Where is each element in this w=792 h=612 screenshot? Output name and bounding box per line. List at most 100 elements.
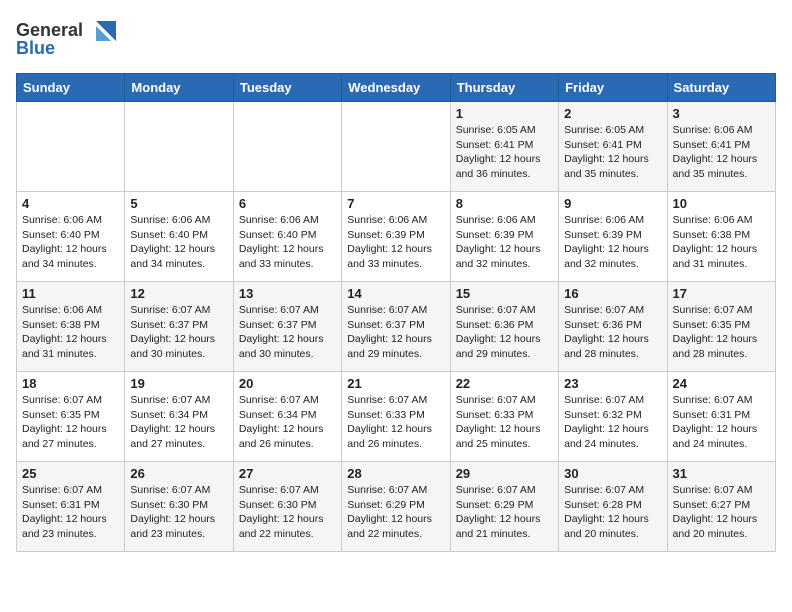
calendar-cell: 4 Sunrise: 6:06 AM Sunset: 6:40 PM Daylig… xyxy=(17,192,125,282)
svg-text:Blue: Blue xyxy=(16,38,55,58)
day-header-thursday: Thursday xyxy=(450,74,558,102)
day-number: 31 xyxy=(673,466,770,481)
svg-text:General: General xyxy=(16,20,83,40)
day-number: 4 xyxy=(22,196,119,211)
day-number: 23 xyxy=(564,376,661,391)
day-number: 28 xyxy=(347,466,444,481)
calendar-cell: 28 Sunrise: 6:07 AM Sunset: 6:29 PM Dayli… xyxy=(342,462,450,552)
day-number: 16 xyxy=(564,286,661,301)
day-number: 1 xyxy=(456,106,553,121)
calendar-cell: 26 Sunrise: 6:07 AM Sunset: 6:30 PM Dayli… xyxy=(125,462,233,552)
day-info: Sunrise: 6:07 AM Sunset: 6:29 PM Dayligh… xyxy=(347,483,444,542)
calendar-cell xyxy=(233,102,341,192)
day-header-friday: Friday xyxy=(559,74,667,102)
calendar-cell: 14 Sunrise: 6:07 AM Sunset: 6:37 PM Dayli… xyxy=(342,282,450,372)
day-info: Sunrise: 6:07 AM Sunset: 6:28 PM Dayligh… xyxy=(564,483,661,542)
day-number: 8 xyxy=(456,196,553,211)
calendar-cell: 10 Sunrise: 6:06 AM Sunset: 6:38 PM Dayli… xyxy=(667,192,775,282)
day-info: Sunrise: 6:07 AM Sunset: 6:33 PM Dayligh… xyxy=(347,393,444,452)
day-number: 21 xyxy=(347,376,444,391)
calendar-cell: 6 Sunrise: 6:06 AM Sunset: 6:40 PM Daylig… xyxy=(233,192,341,282)
day-info: Sunrise: 6:07 AM Sunset: 6:34 PM Dayligh… xyxy=(130,393,227,452)
day-info: Sunrise: 6:07 AM Sunset: 6:31 PM Dayligh… xyxy=(22,483,119,542)
calendar-cell xyxy=(342,102,450,192)
day-number: 27 xyxy=(239,466,336,481)
day-info: Sunrise: 6:06 AM Sunset: 6:39 PM Dayligh… xyxy=(347,213,444,272)
day-info: Sunrise: 6:07 AM Sunset: 6:29 PM Dayligh… xyxy=(456,483,553,542)
calendar-cell: 1 Sunrise: 6:05 AM Sunset: 6:41 PM Daylig… xyxy=(450,102,558,192)
day-number: 22 xyxy=(456,376,553,391)
day-number: 25 xyxy=(22,466,119,481)
day-number: 19 xyxy=(130,376,227,391)
day-info: Sunrise: 6:06 AM Sunset: 6:39 PM Dayligh… xyxy=(456,213,553,272)
day-info: Sunrise: 6:07 AM Sunset: 6:36 PM Dayligh… xyxy=(564,303,661,362)
day-info: Sunrise: 6:06 AM Sunset: 6:40 PM Dayligh… xyxy=(239,213,336,272)
calendar-cell: 31 Sunrise: 6:07 AM Sunset: 6:27 PM Dayli… xyxy=(667,462,775,552)
day-info: Sunrise: 6:07 AM Sunset: 6:31 PM Dayligh… xyxy=(673,393,770,452)
calendar-cell: 22 Sunrise: 6:07 AM Sunset: 6:33 PM Dayli… xyxy=(450,372,558,462)
day-info: Sunrise: 6:07 AM Sunset: 6:30 PM Dayligh… xyxy=(130,483,227,542)
calendar-cell: 11 Sunrise: 6:06 AM Sunset: 6:38 PM Dayli… xyxy=(17,282,125,372)
calendar-cell: 13 Sunrise: 6:07 AM Sunset: 6:37 PM Dayli… xyxy=(233,282,341,372)
day-info: Sunrise: 6:07 AM Sunset: 6:37 PM Dayligh… xyxy=(347,303,444,362)
calendar-cell: 3 Sunrise: 6:06 AM Sunset: 6:41 PM Daylig… xyxy=(667,102,775,192)
day-info: Sunrise: 6:07 AM Sunset: 6:35 PM Dayligh… xyxy=(673,303,770,362)
calendar-cell: 5Sunrise: 6:06 AM Sunset: 6:40 PM Daylig… xyxy=(125,192,233,282)
day-header-saturday: Saturday xyxy=(667,74,775,102)
day-number: 17 xyxy=(673,286,770,301)
day-number: 13 xyxy=(239,286,336,301)
day-info: Sunrise: 6:06 AM Sunset: 6:38 PM Dayligh… xyxy=(673,213,770,272)
day-number: 24 xyxy=(673,376,770,391)
logo-svg: General Blue xyxy=(16,16,126,61)
day-number: 3 xyxy=(673,106,770,121)
calendar-cell: 9 Sunrise: 6:06 AM Sunset: 6:39 PM Daylig… xyxy=(559,192,667,282)
day-info: Sunrise: 6:07 AM Sunset: 6:32 PM Dayligh… xyxy=(564,393,661,452)
calendar-cell: 23 Sunrise: 6:07 AM Sunset: 6:32 PM Dayli… xyxy=(559,372,667,462)
calendar-cell: 18 Sunrise: 6:07 AM Sunset: 6:35 PM Dayli… xyxy=(17,372,125,462)
calendar-cell: 20 Sunrise: 6:07 AM Sunset: 6:34 PM Dayli… xyxy=(233,372,341,462)
day-number: 30 xyxy=(564,466,661,481)
day-number: 29 xyxy=(456,466,553,481)
day-info: Sunrise: 6:07 AM Sunset: 6:35 PM Dayligh… xyxy=(22,393,119,452)
day-info: Sunrise: 6:07 AM Sunset: 6:37 PM Dayligh… xyxy=(239,303,336,362)
calendar-table: SundayMondayTuesdayWednesdayThursdayFrid… xyxy=(16,73,776,552)
day-info: Sunrise: 6:06 AM Sunset: 6:39 PM Dayligh… xyxy=(564,213,661,272)
day-number: 18 xyxy=(22,376,119,391)
day-header-wednesday: Wednesday xyxy=(342,74,450,102)
day-number: 12 xyxy=(130,286,227,301)
day-info: Sunrise: 6:05 AM Sunset: 6:41 PM Dayligh… xyxy=(564,123,661,182)
day-number: 26 xyxy=(130,466,227,481)
day-info: Sunrise: 6:07 AM Sunset: 6:34 PM Dayligh… xyxy=(239,393,336,452)
day-info: Sunrise: 6:06 AM Sunset: 6:38 PM Dayligh… xyxy=(22,303,119,362)
day-info: Sunrise: 6:07 AM Sunset: 6:36 PM Dayligh… xyxy=(456,303,553,362)
day-number: 9 xyxy=(564,196,661,211)
calendar-cell: 8 Sunrise: 6:06 AM Sunset: 6:39 PM Daylig… xyxy=(450,192,558,282)
day-info: Sunrise: 6:07 AM Sunset: 6:27 PM Dayligh… xyxy=(673,483,770,542)
calendar-cell: 15Sunrise: 6:07 AM Sunset: 6:36 PM Dayli… xyxy=(450,282,558,372)
day-info: Sunrise: 6:07 AM Sunset: 6:30 PM Dayligh… xyxy=(239,483,336,542)
calendar-cell: 17 Sunrise: 6:07 AM Sunset: 6:35 PM Dayli… xyxy=(667,282,775,372)
calendar-cell: 2 Sunrise: 6:05 AM Sunset: 6:41 PM Daylig… xyxy=(559,102,667,192)
calendar-cell: 25 Sunrise: 6:07 AM Sunset: 6:31 PM Dayli… xyxy=(17,462,125,552)
day-number: 11 xyxy=(22,286,119,301)
calendar-cell: 27 Sunrise: 6:07 AM Sunset: 6:30 PM Dayli… xyxy=(233,462,341,552)
day-info: Sunrise: 6:07 AM Sunset: 6:33 PM Dayligh… xyxy=(456,393,553,452)
day-number: 20 xyxy=(239,376,336,391)
day-header-sunday: Sunday xyxy=(17,74,125,102)
day-number: 6 xyxy=(239,196,336,211)
calendar-cell: 16 Sunrise: 6:07 AM Sunset: 6:36 PM Dayli… xyxy=(559,282,667,372)
calendar-cell: 19 Sunrise: 6:07 AM Sunset: 6:34 PM Dayli… xyxy=(125,372,233,462)
day-number: 10 xyxy=(673,196,770,211)
day-header-tuesday: Tuesday xyxy=(233,74,341,102)
header: General Blue xyxy=(16,16,776,61)
day-info: Sunrise: 6:06 AM Sunset: 6:41 PM Dayligh… xyxy=(673,123,770,182)
calendar-cell: 30 Sunrise: 6:07 AM Sunset: 6:28 PM Dayli… xyxy=(559,462,667,552)
day-info: Sunrise: 6:05 AM Sunset: 6:41 PM Dayligh… xyxy=(456,123,553,182)
day-number: 5 xyxy=(130,196,227,211)
day-info: Sunrise: 6:06 AM Sunset: 6:40 PM Dayligh… xyxy=(22,213,119,272)
logo: General Blue xyxy=(16,16,126,61)
calendar-cell: 21 Sunrise: 6:07 AM Sunset: 6:33 PM Dayli… xyxy=(342,372,450,462)
day-number: 2 xyxy=(564,106,661,121)
day-number: 14 xyxy=(347,286,444,301)
day-number: 7 xyxy=(347,196,444,211)
